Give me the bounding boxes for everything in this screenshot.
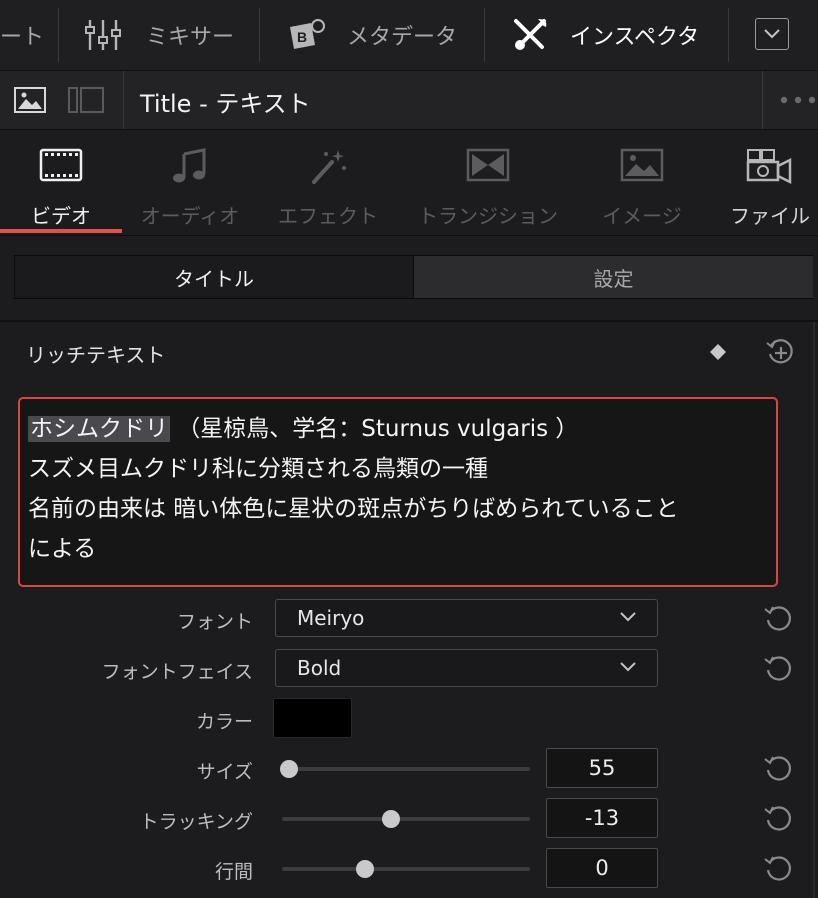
mixer-label: ミキサー [146,25,235,50]
segment-title[interactable]: タイトル [15,256,413,298]
rich-text-line: ホシムクドリ （星椋鳥、学名：Sturnus vulgaris ） [28,409,768,449]
rich-text-line-rest: （星椋鳥、学名：Sturnus vulgaris ） [170,416,579,442]
clip-title: Title - テキスト [140,90,311,118]
line-spacing-slider-handle[interactable] [356,860,374,878]
font-face-value: Bold [297,656,342,680]
toolbar-partial-label: ート [0,25,45,50]
tab-transition-label: トランジション [418,204,558,228]
panel-divider [0,320,818,322]
keyframe-diamond-icon[interactable] [708,342,728,362]
film-camera-icon [746,149,792,184]
rich-text-editor[interactable]: ホシムクドリ （星椋鳥、学名：Sturnus vulgaris ） スズメ目ムク… [18,397,778,587]
color-label: カラー [195,711,253,733]
music-note-icon [173,148,206,183]
toolbar-item-edit[interactable]: ート [0,0,44,70]
line-spacing-label: 行間 [214,861,253,883]
tab-audio-label: オーディオ [140,204,240,228]
size-input[interactable]: 55 [546,748,658,788]
title-divider [123,71,124,129]
toolbar-divider [259,8,260,62]
toolbar-item-mixer[interactable]: ミキサー [84,0,234,70]
tracking-input[interactable]: -13 [546,798,658,838]
inspector-label: インスペクタ [570,25,700,50]
transition-icon [466,148,510,182]
size-slider-track[interactable] [282,767,530,771]
color-swatch[interactable] [273,698,352,738]
tab-image-label: イメージ [602,204,682,228]
metadata-label: メタデータ [347,25,458,50]
tracking-slider-track[interactable] [282,817,530,821]
tracking-slider-handle[interactable] [382,810,400,828]
metadata-icon: B [290,19,325,49]
top-toolbar: ート ミキサー B メタデータ インスペクタ [0,0,818,71]
reset-icon[interactable] [763,853,793,883]
rich-text-line: スズメ目ムクドリ科に分類される鳥類の一種 [28,456,488,482]
segment-settings[interactable]: 設定 [413,256,813,298]
more-options-icon[interactable] [780,96,816,104]
toolbar-expand-button[interactable] [755,18,789,50]
title-divider [762,71,763,129]
tab-file-label: ファイル [730,204,810,228]
reset-icon[interactable] [763,803,793,833]
title-settings-segment: タイトル 設定 [14,255,813,299]
tab-image[interactable]: イメージ [586,130,698,234]
chevron-down-icon [764,29,780,39]
tracking-label: トラッキング [139,811,253,833]
tab-file[interactable]: ファイル [718,130,818,234]
rich-text-line: による [28,536,97,562]
tab-video[interactable]: ビデオ [0,130,122,234]
toolbar-item-inspector[interactable]: インスペクタ [512,0,699,70]
line-spacing-input[interactable]: 0 [546,848,658,888]
image-icon [620,148,664,182]
tab-transition[interactable]: トランジション [406,130,570,234]
image-view-icon[interactable] [14,87,46,113]
tab-effects-label: エフェクト [278,204,378,228]
font-select[interactable]: Meiryo [275,599,658,637]
split-view-icon[interactable] [68,87,104,113]
font-value: Meiryo [297,606,365,630]
mixer-icon [85,20,121,50]
selected-text: ホシムクドリ [28,416,170,442]
tab-effects[interactable]: エフェクト [262,130,394,234]
size-label: サイズ [196,761,253,783]
inspector-category-tabs: ビデオ オーディオ エフェクト トランジション イメージ ファイル [0,130,818,236]
svg-text:B: B [297,29,307,45]
tab-audio[interactable]: オーディオ [124,130,256,234]
reset-icon[interactable] [763,603,793,633]
size-slider-handle[interactable] [280,760,298,778]
toolbar-divider [728,8,729,62]
toolbar-divider [58,8,59,62]
font-label: フォント [176,611,253,633]
tab-video-label: ビデオ [31,204,91,228]
magic-wand-icon [312,150,346,184]
reset-add-icon[interactable] [765,337,795,367]
chevron-down-icon [620,612,636,622]
reset-icon[interactable] [763,753,793,783]
toolbar-divider [484,8,485,62]
reset-icon[interactable] [763,653,793,683]
active-tab-indicator [0,229,122,233]
toolbar-item-metadata[interactable]: B メタデータ [287,0,457,70]
chevron-down-icon [620,662,636,672]
rich-text-section-label: リッチテキスト [26,343,166,367]
rich-text-line: 名前の由来は 暗い体色に星状の斑点がちりばめられていること [28,496,679,522]
film-icon [39,148,83,182]
font-face-label: フォントフェイス [101,661,253,683]
panel-scrollbar[interactable] [813,322,815,898]
inspector-tools-icon [514,19,547,50]
font-face-select[interactable]: Bold [275,649,658,687]
clip-title-row: Title - テキスト [0,71,818,130]
line-spacing-slider-track[interactable] [282,867,530,871]
